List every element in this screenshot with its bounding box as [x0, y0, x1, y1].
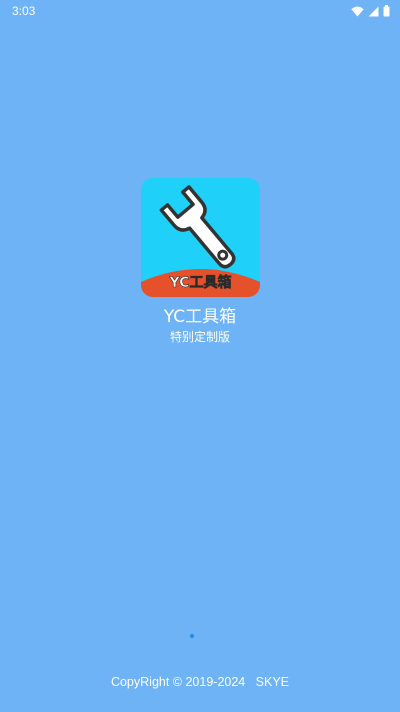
status-time: 3:03	[12, 4, 36, 18]
battery-icon	[383, 5, 390, 17]
app-name: YC工具箱	[163, 307, 237, 327]
status-icons	[351, 5, 390, 17]
wifi-icon	[351, 6, 364, 17]
copyright-text: CopyRight © 2019-2024 SKYE	[110, 675, 290, 689]
app-subtitle: 特别定制版	[169, 330, 230, 344]
status-bar: 3:03	[0, 0, 400, 24]
loading-indicator	[190, 634, 194, 638]
app-logo: YC工具箱	[141, 178, 260, 297]
icon-banner-text: YC工具箱	[169, 275, 232, 292]
signal-icon	[368, 6, 379, 17]
